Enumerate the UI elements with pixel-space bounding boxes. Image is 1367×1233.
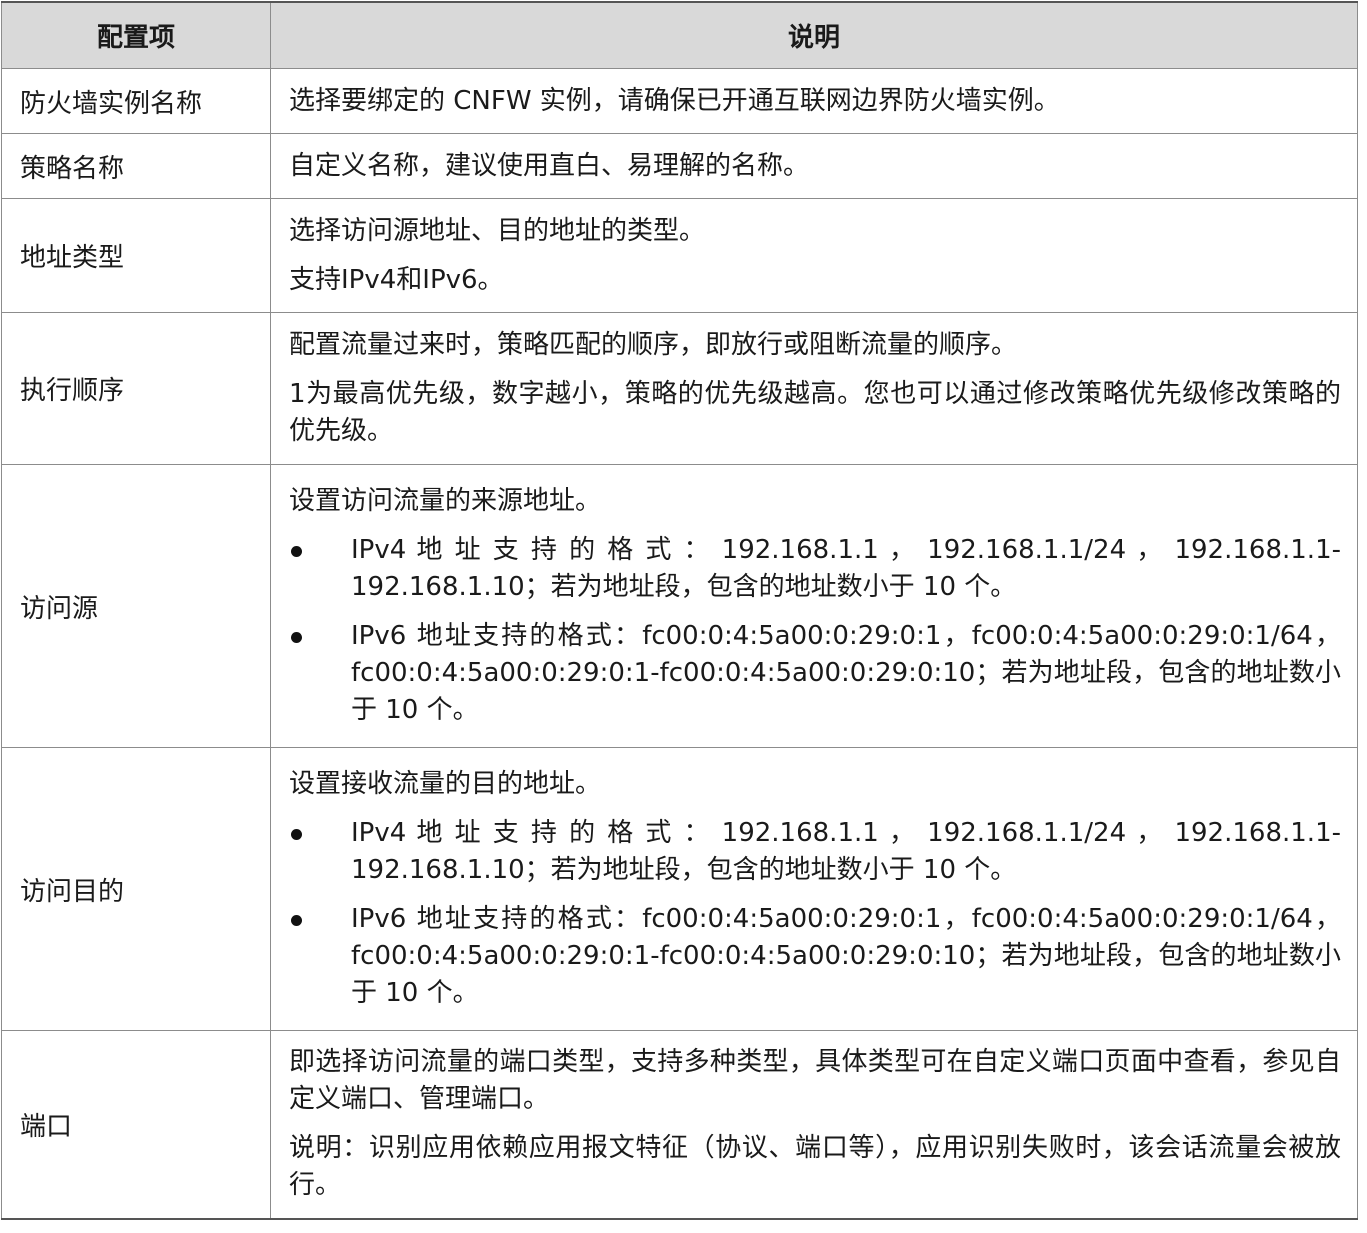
list-item: IPv4 地 址 支 持 的 格 式 ： 192.168.1.1 ， 192.1… (289, 815, 1341, 889)
row-description: 即选择访问流量的端口类型，支持多种类型，具体类型可在自定义端口页面中查看，参见自… (270, 1030, 1358, 1220)
list-item-text: IPv6 地址支持的格式：fc00:0:4:5a00:0:29:0:1，fc00… (351, 904, 1341, 1008)
list-item: IPv6 地址支持的格式：fc00:0:4:5a00:0:29:0:1，fc00… (289, 618, 1341, 729)
list-item: IPv4 地 址 支 持 的 格 式 ： 192.168.1.1 ， 192.1… (289, 532, 1341, 606)
note-text: 说明：识别应用依赖应用报文特征（协议、端口等），应用识别失败时，该会话流量会被放… (289, 1133, 1341, 1201)
bullet-icon (291, 829, 302, 840)
list-item-text: IPv6 地址支持的格式：fc00:0:4:5a00:0:29:0:1，fc00… (351, 621, 1341, 725)
bullet-icon (291, 915, 302, 926)
description-text: 配置流量过来时，策略匹配的顺序，即放行或阻断流量的顺序。 (289, 330, 1018, 360)
description-text: 即选择访问流量的端口类型，支持多种类型，具体类型可在自定义端口页面中查看，参见自… (289, 1047, 1341, 1115)
description-text: 设置接收流量的目的地址。 (289, 769, 602, 799)
row-label: 访问目的 (1, 747, 271, 1031)
list-item-text: IPv4 地 址 支 持 的 格 式 ： 192.168.1.1 ， 192.1… (351, 818, 1341, 885)
table-row: 防火墙实例名称 选择要绑定的 CNFW 实例，请确保已开通互联网边界防火墙实例。 (1, 68, 1358, 134)
description-text: 1为最高优先级，数字越小，策略的优先级越高。您也可以通过修改策略优先级修改策略的… (289, 379, 1341, 446)
description-text: 选择要绑定的 CNFW 实例，请确保已开通互联网边界防火墙实例。 (289, 85, 1060, 116)
table-row: 策略名称 自定义名称，建议使用直白、易理解的名称。 (1, 133, 1358, 199)
description-text: 支持IPv4和IPv6。 (289, 264, 504, 295)
table-row: 端口 即选择访问流量的端口类型，支持多种类型，具体类型可在自定义端口页面中查看，… (1, 1030, 1358, 1220)
header-config-item: 配置项 (1, 1, 271, 69)
row-description: 配置流量过来时，策略匹配的顺序，即放行或阻断流量的顺序。 1为最高优先级，数字越… (270, 312, 1358, 465)
row-description: 选择访问源地址、目的地址的类型。 支持IPv4和IPv6。 (270, 198, 1358, 313)
row-label: 执行顺序 (1, 312, 271, 465)
row-description: 自定义名称，建议使用直白、易理解的名称。 (270, 133, 1358, 199)
description-text: 自定义名称，建议使用直白、易理解的名称。 (289, 150, 810, 181)
table-row: 地址类型 选择访问源地址、目的地址的类型。 支持IPv4和IPv6。 (1, 198, 1358, 313)
list-item-text: IPv4 地 址 支 持 的 格 式 ： 192.168.1.1 ， 192.1… (351, 535, 1341, 602)
row-description: 设置接收流量的目的地址。 IPv4 地 址 支 持 的 格 式 ： 192.16… (270, 747, 1358, 1031)
row-description: 设置访问流量的来源地址。 IPv4 地 址 支 持 的 格 式 ： 192.16… (270, 464, 1358, 748)
description-text: 设置访问流量的来源地址。 (289, 486, 602, 516)
bullet-icon (291, 632, 302, 643)
table-header-row: 配置项 说明 (1, 1, 1358, 69)
table-row: 访问目的 设置接收流量的目的地址。 IPv4 地 址 支 持 的 格 式 ： 1… (1, 747, 1358, 1031)
row-label: 地址类型 (1, 198, 271, 313)
bullet-icon (291, 546, 302, 557)
row-description: 选择要绑定的 CNFW 实例，请确保已开通互联网边界防火墙实例。 (270, 68, 1358, 134)
table-row: 访问源 设置访问流量的来源地址。 IPv4 地 址 支 持 的 格 式 ： 19… (1, 464, 1358, 748)
row-label: 端口 (1, 1030, 271, 1220)
table-row: 执行顺序 配置流量过来时，策略匹配的顺序，即放行或阻断流量的顺序。 1为最高优先… (1, 312, 1358, 465)
row-label: 策略名称 (1, 133, 271, 199)
row-label: 防火墙实例名称 (1, 68, 271, 134)
header-description: 说明 (270, 1, 1358, 69)
bullet-list: IPv4 地 址 支 持 的 格 式 ： 192.168.1.1 ， 192.1… (289, 815, 1341, 1012)
list-item: IPv6 地址支持的格式：fc00:0:4:5a00:0:29:0:1，fc00… (289, 901, 1341, 1012)
bullet-list: IPv4 地 址 支 持 的 格 式 ： 192.168.1.1 ， 192.1… (289, 532, 1341, 729)
row-label: 访问源 (1, 464, 271, 748)
config-table: 配置项 说明 防火墙实例名称 选择要绑定的 CNFW 实例，请确保已开通互联网边… (1, 1, 1358, 1220)
description-text: 选择访问源地址、目的地址的类型。 (289, 215, 706, 246)
